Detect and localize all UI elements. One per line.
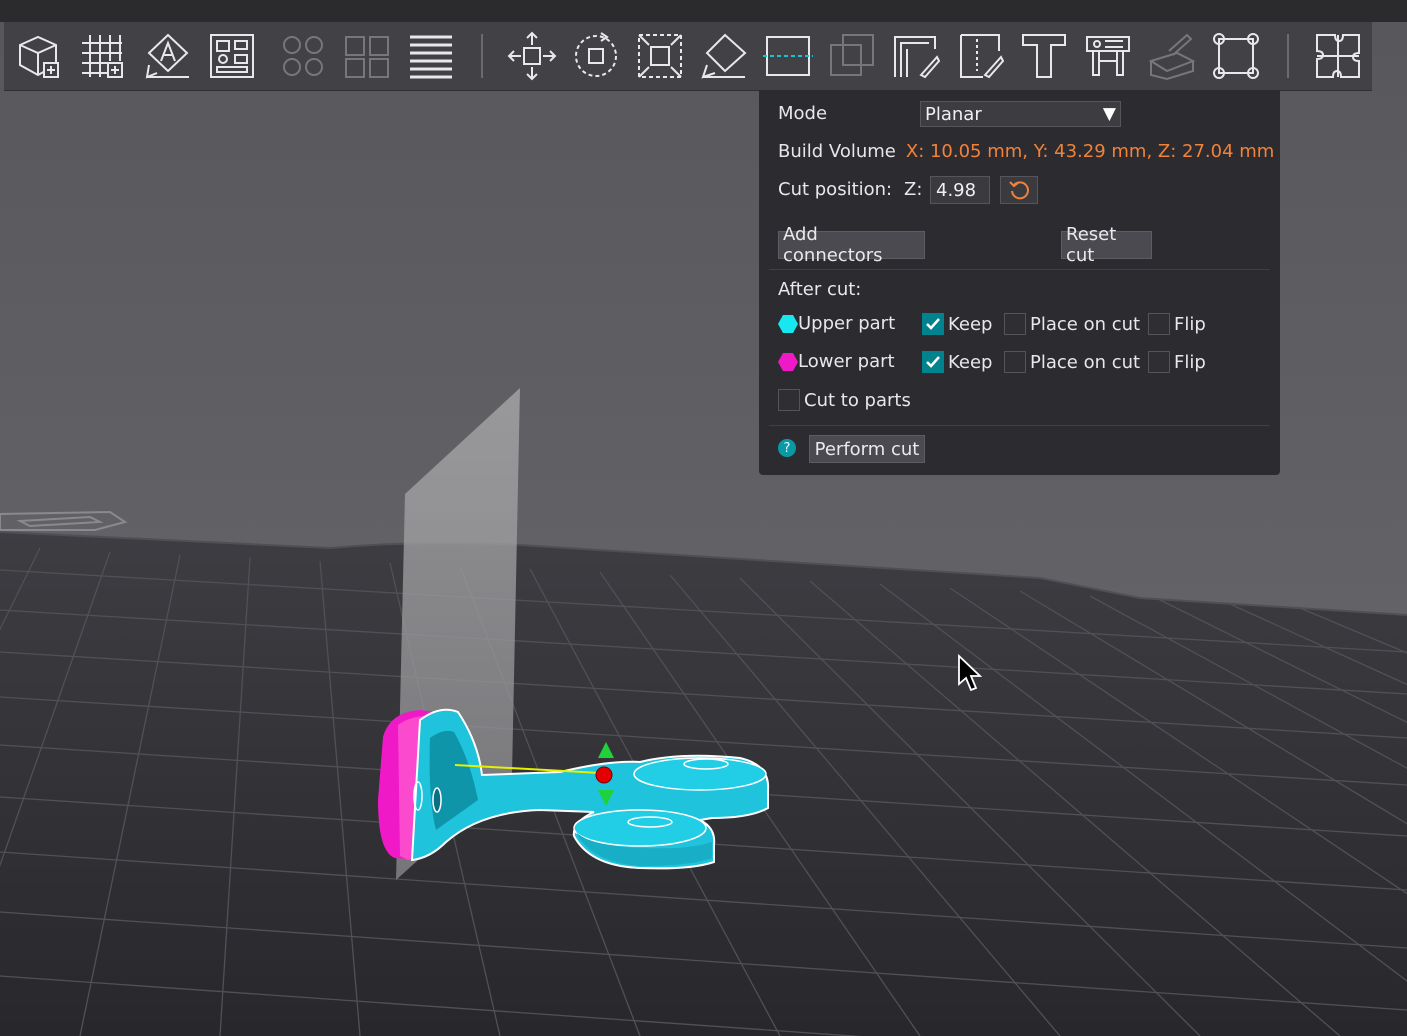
cut-icon bbox=[763, 36, 813, 76]
lower-part-color-icon bbox=[778, 352, 798, 371]
checkmark-icon bbox=[926, 356, 940, 368]
split-objects-icon bbox=[283, 36, 323, 76]
layers-icon bbox=[410, 35, 452, 79]
lower-keep-checkbox[interactable] bbox=[922, 351, 944, 373]
perform-cut-button[interactable]: Perform cut bbox=[809, 435, 925, 463]
split-parts-button[interactable] bbox=[341, 30, 393, 82]
rotate-button[interactable] bbox=[570, 30, 622, 82]
reset-cut-button[interactable]: Reset cut bbox=[1061, 224, 1152, 266]
window-top-strip bbox=[0, 0, 1407, 22]
upper-flip-option[interactable]: Flip bbox=[1148, 313, 1206, 335]
mode-select[interactable]: Planar ▼ bbox=[920, 101, 1121, 127]
lower-place-checkbox[interactable] bbox=[1004, 351, 1026, 373]
plate-layout-button[interactable] bbox=[206, 30, 258, 82]
mesh-boolean-icon bbox=[830, 34, 874, 76]
lower-place-option[interactable]: Place on cut bbox=[1004, 351, 1140, 373]
text-icon bbox=[1022, 34, 1066, 78]
color-paint-icon bbox=[1148, 33, 1196, 81]
lay-on-face-button[interactable] bbox=[698, 30, 750, 82]
main-toolbar bbox=[4, 22, 1372, 91]
upper-keep-label: Keep bbox=[948, 313, 993, 335]
orient-icon bbox=[145, 33, 189, 79]
help-icon[interactable]: ? bbox=[778, 439, 796, 457]
cut-z-input[interactable]: 4.98 bbox=[930, 176, 990, 204]
rotate-icon bbox=[575, 32, 617, 77]
upper-part-row: Upper part bbox=[778, 313, 895, 334]
add-object-button[interactable] bbox=[13, 30, 65, 82]
build-volume-value: X: 10.05 mm, Y: 43.29 mm, Z: 27.04 mm bbox=[905, 141, 1275, 162]
upper-place-option[interactable]: Place on cut bbox=[1004, 313, 1140, 335]
dropdown-arrow-icon: ▼ bbox=[1102, 104, 1116, 124]
seam-paint-button[interactable] bbox=[954, 30, 1006, 82]
panel-divider bbox=[769, 269, 1270, 270]
color-paint-button[interactable] bbox=[1146, 30, 1198, 82]
upper-place-label: Place on cut bbox=[1030, 313, 1141, 335]
upper-place-checkbox[interactable] bbox=[1004, 313, 1026, 335]
lower-part-row: Lower part bbox=[778, 351, 895, 372]
toolbar-separator bbox=[481, 34, 483, 78]
reset-z-button[interactable] bbox=[1000, 176, 1038, 204]
arrange-grid-icon bbox=[82, 35, 123, 78]
mesh-boolean-button[interactable] bbox=[826, 30, 878, 82]
lower-keep-label: Keep bbox=[948, 351, 993, 373]
text-button[interactable] bbox=[1018, 30, 1070, 82]
upper-keep-checkbox[interactable] bbox=[922, 313, 944, 335]
cut-to-parts-checkbox[interactable] bbox=[778, 389, 800, 411]
add-object-icon bbox=[19, 35, 59, 78]
support-paint-button[interactable] bbox=[890, 30, 942, 82]
panel-divider bbox=[769, 425, 1270, 426]
upper-flip-label: Flip bbox=[1174, 313, 1206, 335]
orient-button[interactable] bbox=[142, 30, 194, 82]
puzzle-button[interactable] bbox=[1312, 30, 1364, 82]
lower-flip-option[interactable]: Flip bbox=[1148, 351, 1206, 373]
upper-part-color-icon bbox=[778, 314, 798, 333]
lower-part-label: Lower part bbox=[798, 351, 895, 372]
assembly-icon bbox=[1213, 33, 1259, 79]
split-parts-icon bbox=[345, 36, 389, 78]
plate-layout-icon bbox=[210, 34, 254, 78]
mode-select-value: Planar bbox=[925, 103, 982, 125]
cut-to-parts-label: Cut to parts bbox=[804, 389, 911, 411]
upper-part-label: Upper part bbox=[798, 313, 896, 334]
toolbar-separator bbox=[1287, 34, 1289, 78]
assembly-button[interactable] bbox=[1210, 30, 1262, 82]
lower-place-label: Place on cut bbox=[1030, 351, 1141, 373]
upper-keep-option[interactable]: Keep bbox=[922, 313, 992, 335]
checkmark-icon bbox=[926, 318, 940, 330]
undo-arrow-icon bbox=[1009, 181, 1029, 200]
lower-flip-checkbox[interactable] bbox=[1148, 351, 1170, 373]
support-paint-icon bbox=[894, 36, 941, 79]
arrange-button[interactable] bbox=[77, 30, 129, 82]
gizmo-handle bbox=[595, 766, 613, 784]
move-icon bbox=[507, 31, 557, 81]
build-volume-label: Build Volume bbox=[778, 141, 896, 162]
upper-flip-checkbox[interactable] bbox=[1148, 313, 1170, 335]
measure-button[interactable] bbox=[1082, 30, 1134, 82]
mouse-cursor-icon bbox=[958, 654, 983, 692]
scale-button[interactable] bbox=[634, 30, 686, 82]
after-cut-label: After cut: bbox=[778, 279, 862, 300]
build-volume-row: Build Volume X: 10.05 mm, Y: 43.29 mm, Z… bbox=[778, 141, 1274, 162]
split-objects-button[interactable] bbox=[277, 30, 329, 82]
lay-on-face-icon bbox=[701, 33, 747, 79]
seam-paint-icon bbox=[960, 34, 1005, 79]
move-button[interactable] bbox=[506, 30, 558, 82]
measure-icon bbox=[1086, 36, 1130, 76]
lower-flip-label: Flip bbox=[1174, 351, 1206, 373]
add-connectors-button[interactable]: Add connectors bbox=[778, 224, 925, 266]
cut-position-label: Cut position: bbox=[778, 179, 893, 200]
z-label: Z: bbox=[904, 179, 923, 200]
mode-label: Mode bbox=[778, 103, 828, 124]
scale-icon bbox=[638, 34, 682, 78]
layers-button[interactable] bbox=[405, 30, 457, 82]
lower-keep-option[interactable]: Keep bbox=[922, 351, 992, 373]
cut-button[interactable] bbox=[762, 30, 814, 82]
cut-to-parts-option[interactable]: Cut to parts bbox=[778, 389, 911, 411]
cut-tool-panel: Mode Planar ▼ Build Volume X: 10.05 mm, … bbox=[759, 90, 1280, 475]
puzzle-icon bbox=[1316, 34, 1360, 78]
